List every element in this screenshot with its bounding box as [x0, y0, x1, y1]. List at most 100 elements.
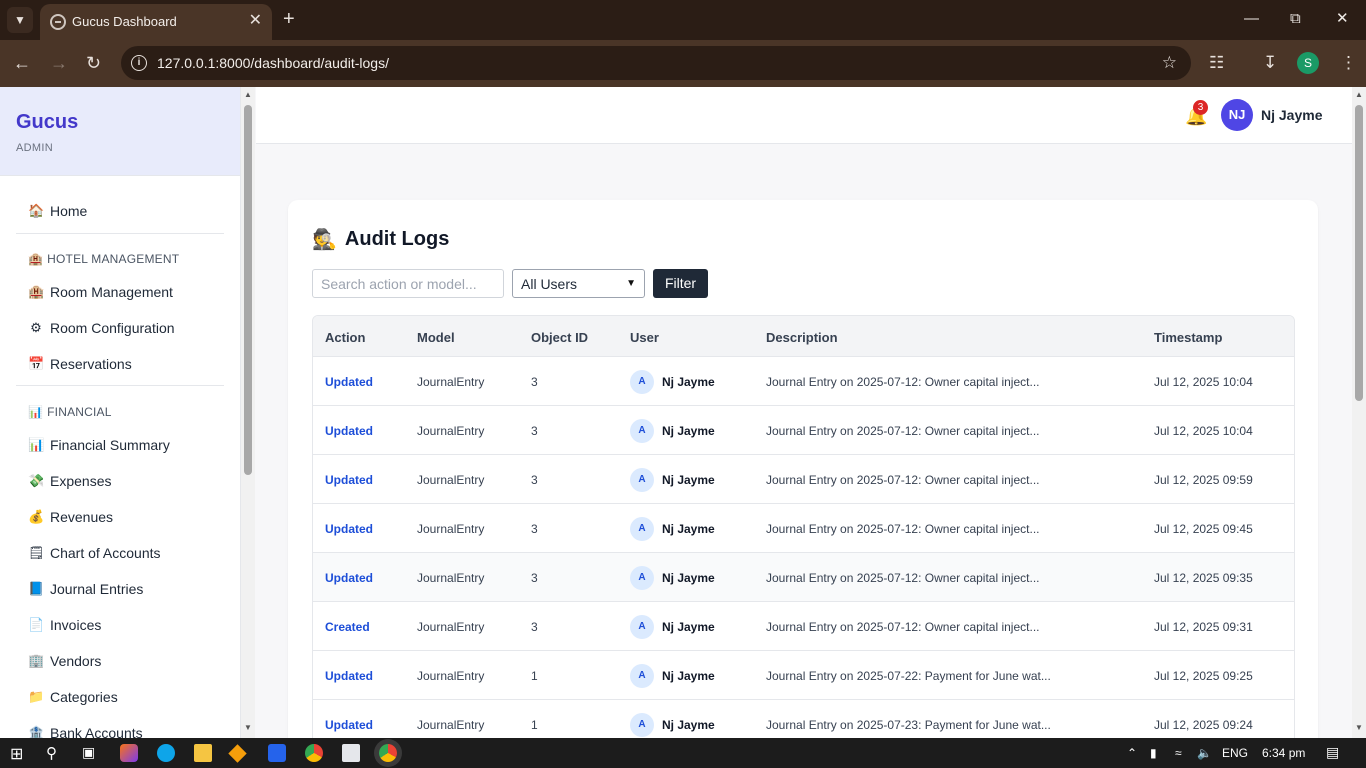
- tab-close-icon[interactable]: ✕: [249, 12, 262, 30]
- table-body: A Updated JournalEntry 3 Nj Jayme Journal Ent…: [313, 357, 1294, 738]
- forward-button[interactable]: →: [50, 52, 68, 74]
- back-button[interactable]: ←: [13, 52, 31, 74]
- notification-center-icon[interactable]: ▤: [1326, 744, 1339, 761]
- sidebar-item-expenses[interactable]: 💸 Expenses: [28, 473, 111, 489]
- sidebar-item-label: Room Configuration: [50, 320, 175, 336]
- description-cell: Journal Entry on 2025-07-12: Owner capit…: [766, 424, 1040, 438]
- table-row[interactable]: A Created JournalEntry 3 Nj Jayme Journal Ent…: [313, 602, 1294, 651]
- sidebar-item-room-management[interactable]: 🏨 Room Management: [28, 284, 173, 300]
- extensions-icon[interactable]: ☷: [1209, 52, 1224, 74]
- sidebar-item-financial-summary[interactable]: 📊 Financial Summary: [28, 437, 170, 453]
- sidebar-scrollbar[interactable]: ▲ ▼: [241, 87, 255, 738]
- user-avatar: A: [630, 566, 654, 590]
- new-tab-button[interactable]: +: [283, 8, 295, 30]
- table-row[interactable]: A Updated JournalEntry 3 Nj Jayme Journal Ent…: [313, 406, 1294, 455]
- vscode-icon[interactable]: [268, 744, 286, 762]
- user-name[interactable]: Nj Jayme: [1261, 107, 1322, 123]
- volume-icon[interactable]: 🔈: [1197, 746, 1212, 760]
- sidebar-item-label: Reservations: [50, 356, 132, 372]
- description-cell: Journal Entry on 2025-07-23: Payment for…: [766, 718, 1051, 732]
- restore-button[interactable]: ⧉: [1290, 8, 1301, 30]
- column-header-model: Model: [417, 330, 455, 345]
- action-link[interactable]: Updated: [325, 718, 373, 732]
- table-row[interactable]: A Updated JournalEntry 3 Nj Jayme Journal Ent…: [313, 553, 1294, 602]
- main-content: 🔔 3 NJ Nj Jayme 🕵 Audit Logs All Users ▼…: [256, 87, 1352, 738]
- chrome-icon[interactable]: [305, 744, 323, 762]
- book-icon: 📘: [28, 581, 45, 596]
- file-explorer-icon[interactable]: [194, 744, 212, 762]
- site-info-icon[interactable]: i: [131, 55, 147, 71]
- address-bar[interactable]: i 127.0.0.1:8000/dashboard/audit-logs/ ☆: [121, 46, 1191, 80]
- url-text[interactable]: 127.0.0.1:8000/dashboard/audit-logs/: [157, 55, 389, 71]
- windows-start-icon[interactable]: ⊞: [10, 744, 28, 763]
- sidebar-item-journal-entries[interactable]: 📘 Journal Entries: [28, 581, 143, 597]
- sidebar-item-categories[interactable]: 📁 Categories: [28, 689, 118, 705]
- wifi-icon[interactable]: ≈: [1175, 746, 1182, 760]
- user-name-cell: Nj Jayme: [662, 620, 715, 634]
- sidebar-item-home[interactable]: 🏠 Home: [28, 203, 87, 219]
- search-input[interactable]: [312, 269, 504, 298]
- copilot-icon[interactable]: [120, 744, 138, 762]
- table-row[interactable]: A Updated JournalEntry 3 Nj Jayme Journal Ent…: [313, 455, 1294, 504]
- user-name-cell: Nj Jayme: [662, 522, 715, 536]
- sidebar-item-vendors[interactable]: 🏢 Vendors: [28, 653, 101, 669]
- scroll-up-arrow[interactable]: ▲: [1355, 90, 1363, 99]
- table-row[interactable]: A Updated JournalEntry 1 Nj Jayme Journal Ent…: [313, 651, 1294, 700]
- table-row[interactable]: A Updated JournalEntry 1 Nj Jayme Journal Ent…: [313, 700, 1294, 738]
- hotel-icon: 🏨: [28, 284, 45, 299]
- home-icon: 🏠: [28, 203, 45, 218]
- sidebar-item-invoices[interactable]: 📄 Invoices: [28, 617, 101, 633]
- language-indicator[interactable]: ENG: [1222, 746, 1248, 760]
- chrome-active-icon[interactable]: [379, 744, 397, 762]
- sidebar-item-chart-of-accounts[interactable]: 🗒 Chart of Accounts: [28, 545, 161, 561]
- user-filter-select[interactable]: All Users ▼: [512, 269, 645, 298]
- close-window-button[interactable]: ✕: [1336, 8, 1349, 30]
- scroll-thumb[interactable]: [1355, 105, 1363, 401]
- action-link[interactable]: Updated: [325, 571, 373, 585]
- sidebar-item-room-configuration[interactable]: ⚙ Room Configuration: [28, 320, 175, 336]
- sidebar-item-label: Categories: [50, 689, 118, 705]
- action-link[interactable]: Created: [325, 620, 370, 634]
- brand-name[interactable]: Gucus: [16, 111, 224, 134]
- action-link[interactable]: Updated: [325, 522, 373, 536]
- action-link[interactable]: Updated: [325, 424, 373, 438]
- sidebar-item-bank-accounts[interactable]: 🏦 Bank Accounts: [28, 725, 143, 738]
- scroll-down-arrow[interactable]: ▼: [1355, 723, 1363, 732]
- browser-toolbar: ← → ↻ i 127.0.0.1:8000/dashboard/audit-l…: [0, 40, 1366, 87]
- filter-button[interactable]: Filter: [653, 269, 708, 298]
- page-scrollbar[interactable]: ▲ ▼: [1352, 87, 1366, 738]
- reload-button[interactable]: ↻: [86, 52, 101, 74]
- action-link[interactable]: Updated: [325, 669, 373, 683]
- browser-tab[interactable]: Gucus Dashboard ✕: [40, 4, 272, 40]
- notepad-icon[interactable]: [342, 744, 360, 762]
- bookmark-star-icon[interactable]: ☆: [1162, 53, 1177, 73]
- action-link[interactable]: Updated: [325, 473, 373, 487]
- object-id-cell: 3: [531, 424, 538, 438]
- timestamp-cell: Jul 12, 2025 09:45: [1154, 522, 1253, 536]
- action-link[interactable]: Updated: [325, 375, 373, 389]
- edge-icon[interactable]: [157, 744, 175, 762]
- git-icon[interactable]: [228, 744, 247, 763]
- clock[interactable]: 6:34 pm: [1262, 746, 1305, 760]
- menu-kebab-icon[interactable]: ⋮: [1340, 52, 1357, 74]
- table-row[interactable]: A Updated JournalEntry 3 Nj Jayme Journal Ent…: [313, 357, 1294, 406]
- avatar[interactable]: NJ: [1221, 99, 1253, 131]
- scroll-thumb[interactable]: [244, 105, 252, 475]
- money-bag-icon: 💰: [28, 509, 45, 524]
- download-icon[interactable]: ↧: [1263, 52, 1277, 74]
- table-row[interactable]: A Updated JournalEntry 3 Nj Jayme Journal Ent…: [313, 504, 1294, 553]
- battery-icon[interactable]: ▮: [1150, 746, 1157, 760]
- sidebar-item-reservations[interactable]: 📅 Reservations: [28, 356, 132, 372]
- chevron-up-icon[interactable]: ⌃: [1127, 746, 1137, 760]
- sidebar-item-revenues[interactable]: 💰 Revenues: [28, 509, 113, 525]
- sidebar-item-label: Chart of Accounts: [50, 545, 161, 561]
- tab-search-button[interactable]: ▼: [7, 7, 33, 33]
- user-avatar: A: [630, 615, 654, 639]
- search-icon[interactable]: ⚲: [46, 744, 64, 762]
- task-view-icon[interactable]: ▣: [82, 744, 100, 762]
- profile-avatar[interactable]: S: [1297, 52, 1319, 74]
- description-cell: Journal Entry on 2025-07-12: Owner capit…: [766, 571, 1040, 585]
- minimize-button[interactable]: —: [1244, 8, 1259, 30]
- scroll-down-arrow[interactable]: ▼: [244, 723, 252, 732]
- scroll-up-arrow[interactable]: ▲: [244, 90, 252, 99]
